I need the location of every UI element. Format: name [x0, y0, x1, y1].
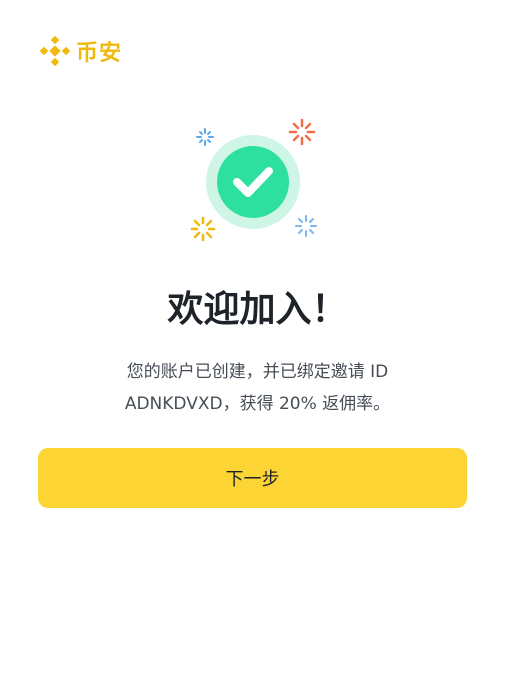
binance-logo-icon: [39, 35, 71, 67]
sparkle-icon: [295, 215, 317, 237]
sparkle-icon: [190, 216, 216, 242]
page-title: 欢迎加入！: [167, 289, 348, 330]
success-illustration: [190, 118, 317, 242]
sparkle-icon: [196, 128, 214, 146]
brand-logo[interactable]: 币安: [38, 34, 122, 68]
signup-success-page: 币安 欢迎加入！ 您的账户已创建，并已绑定邀请 ID ADNKDVXD，获得 2…: [0, 0, 515, 700]
success-description: 您的账户已创建，并已绑定邀请 ID ADNKDVXD，获得 20% 返佣率。: [124, 362, 391, 414]
next-step-button[interactable]: 下一步: [38, 448, 467, 508]
brand-name: 币安: [76, 41, 123, 66]
sparkle-icon: [288, 118, 316, 146]
